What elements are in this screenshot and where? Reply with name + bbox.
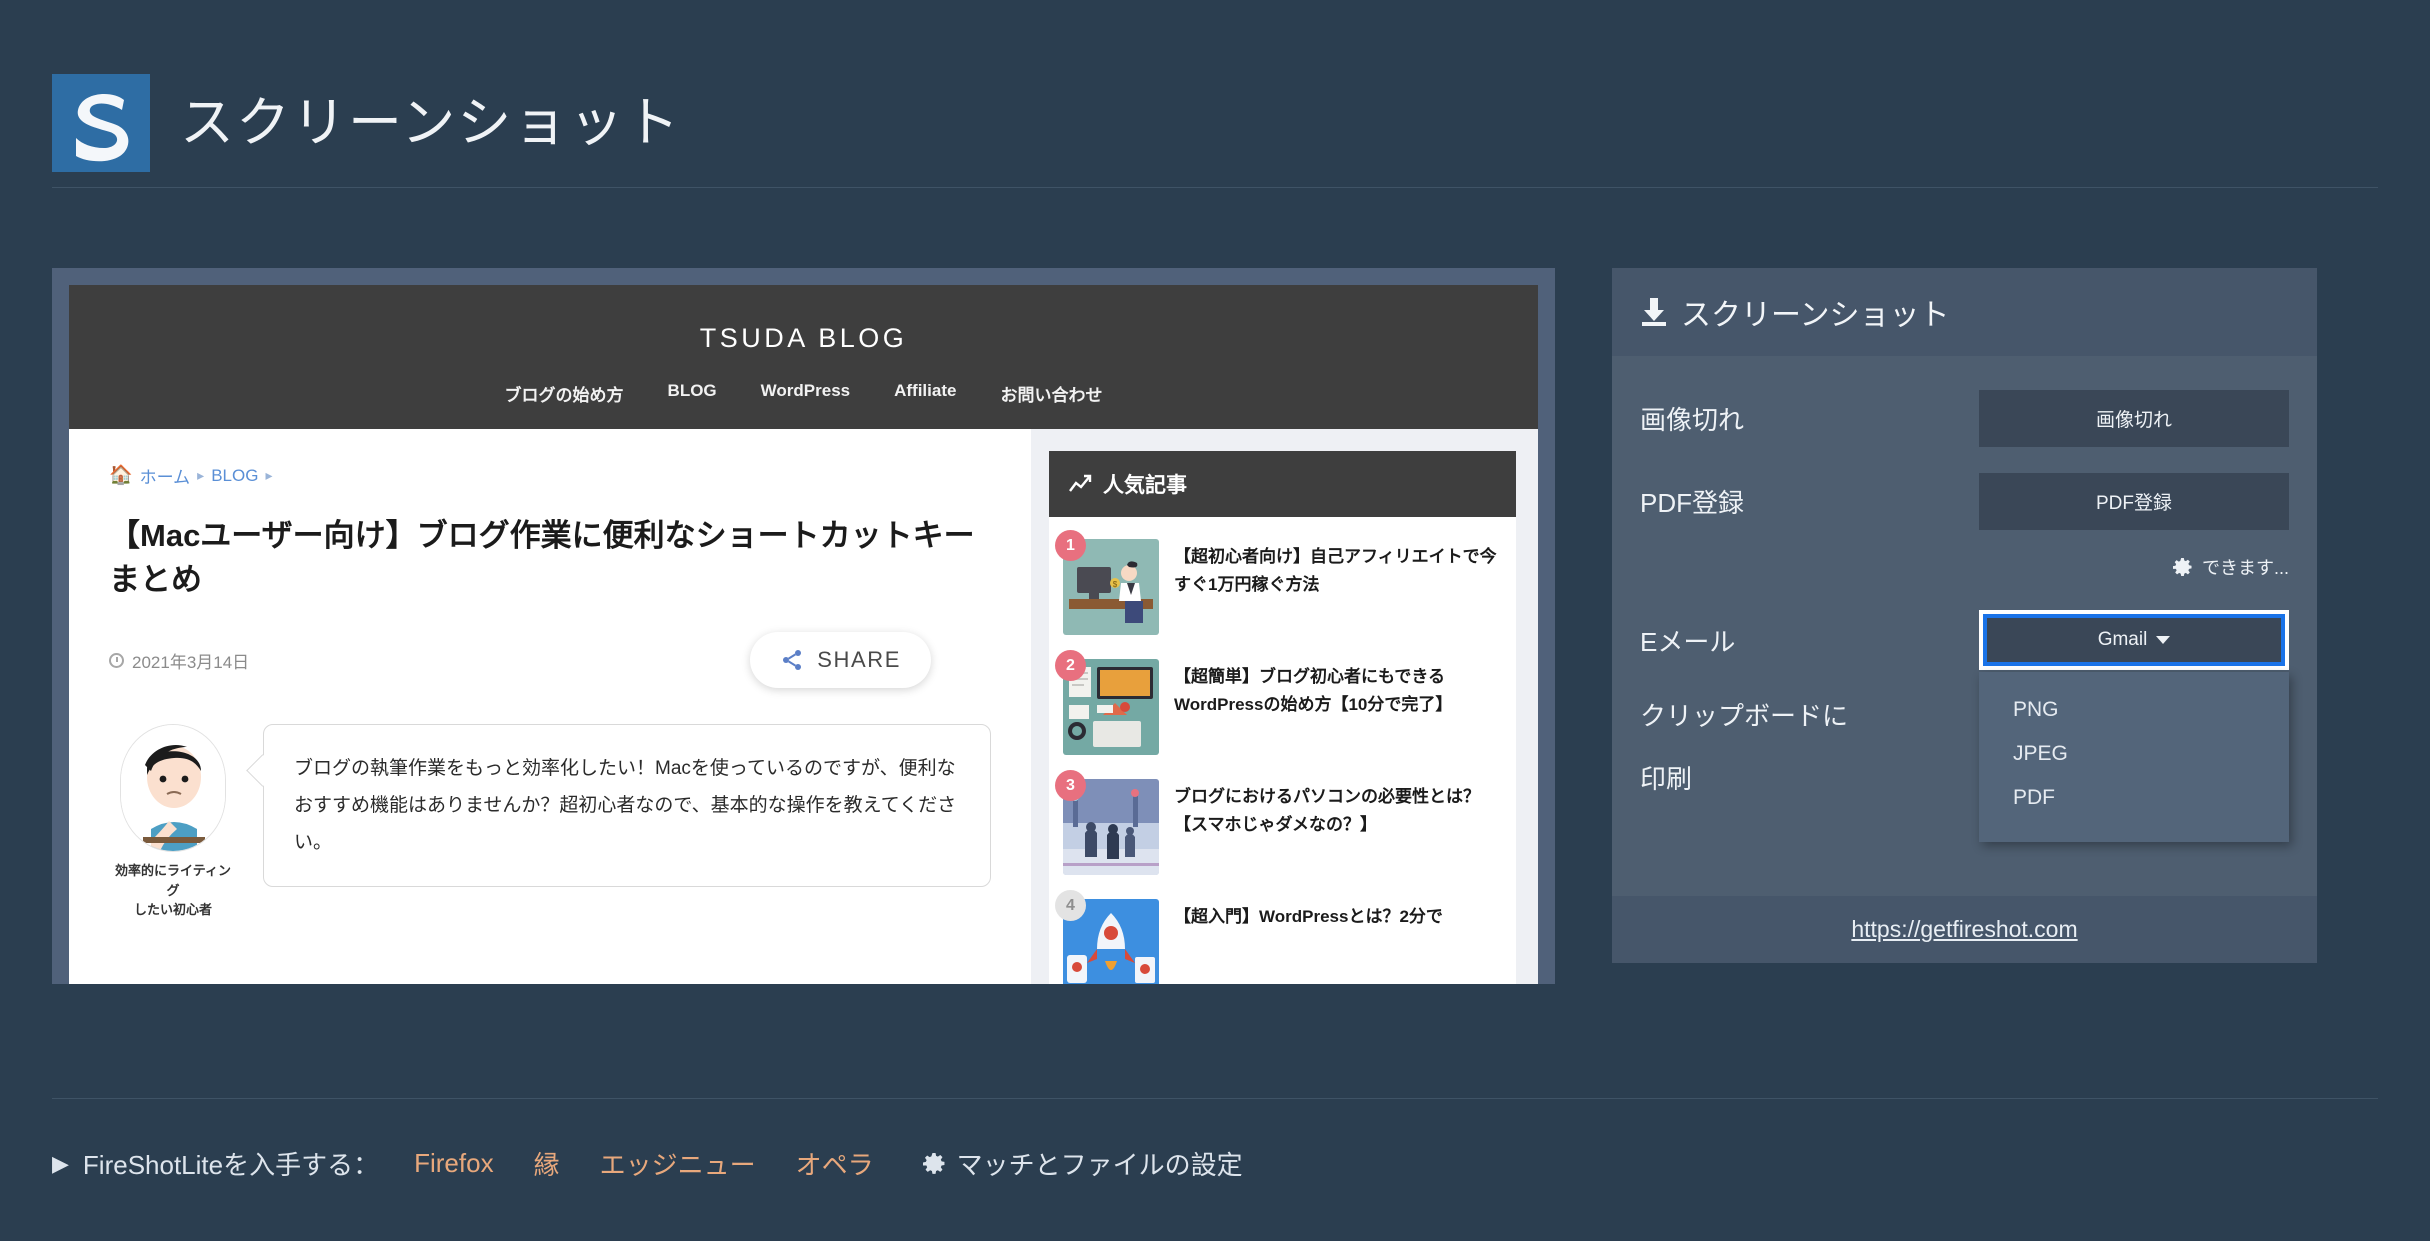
row-label: PDF登録 — [1640, 488, 1745, 518]
page-title: スクリーンショット — [180, 92, 682, 153]
rank-badge: 2 — [1055, 650, 1086, 681]
browser-link-edge-new[interactable]: エッジニュー — [600, 1145, 756, 1182]
browser-link-firefox[interactable]: Firefox — [414, 1148, 493, 1179]
app-header: スクリーンショット — [52, 58, 2378, 188]
home-icon: 🏠 — [109, 465, 133, 486]
rank-badge: 3 — [1055, 770, 1086, 801]
main-content: TSUDA BLOG ブログの始め方 BLOG WordPress Affili… — [52, 268, 2378, 1058]
breadcrumb-item[interactable]: BLOG — [211, 466, 258, 486]
row-pdf-register: PDF登録 PDF登録 — [1640, 473, 2289, 530]
avatar-caption: 効率的にライティング したい初心者 — [115, 863, 231, 918]
card-footer: https://getfireshot.com — [1612, 896, 2317, 963]
footer-label: FireShotLiteを入手する： — [82, 1150, 380, 1180]
browser-link-edge[interactable]: 縁 — [534, 1145, 560, 1182]
image-crop-button[interactable]: 画像切れ — [1979, 390, 2289, 447]
screenshot-preview: TSUDA BLOG ブログの始め方 BLOG WordPress Affili… — [52, 268, 1555, 984]
sidebar-column: 人気記事 1 $ 【超初心者向け】自己アフィリエイトで今すぐ1万円稼ぐ方法 2 … — [1031, 429, 1538, 984]
list-item[interactable]: 4 【超入門】WordPressとは？2分で — [1055, 889, 1502, 984]
avatar — [120, 724, 226, 853]
post-date-text: 2021年3月14日 — [132, 652, 250, 672]
list-item-title: 【超入門】WordPressとは？2分で — [1174, 907, 1443, 926]
row-image-crop: 画像切れ 画像切れ — [1640, 390, 2289, 447]
chevron-right-icon: ▸ — [197, 467, 205, 483]
share-label: SHARE — [817, 647, 901, 673]
email-service-selected: Gmail — [2097, 629, 2148, 650]
pdf-register-button[interactable]: PDF登録 — [1979, 473, 2289, 530]
nav-item[interactable]: ブログの始め方 — [505, 381, 624, 406]
app-footer: ▶ FireShotLiteを入手する： Firefox 縁 エッジニュー オペ… — [52, 1098, 2378, 1198]
blog-nav: ブログの始め方 BLOG WordPress Affiliate お問い合わせ — [69, 381, 1538, 406]
row-email: Eメール Gmail PNG JPEG PDF — [1640, 610, 2289, 842]
row-label[interactable]: 印刷 — [1640, 759, 1692, 796]
post-date: 2021年3月14日 — [109, 648, 249, 673]
download-icon — [1642, 298, 1666, 326]
gear-icon — [922, 1152, 945, 1174]
list-item[interactable]: 1 $ 【超初心者向け】自己アフィリエイトで今すぐ1万円稼ぐ方法 — [1055, 529, 1502, 649]
dropdown-option-png[interactable]: PNG — [1979, 688, 2289, 732]
options-link-label: できます... — [2201, 558, 2289, 578]
nav-item[interactable]: WordPress — [761, 381, 850, 406]
list-item-title: ブログにおけるパソコンの必要性とは？【スマホじゃダメなの？】 — [1174, 787, 1480, 834]
list-item[interactable]: 3 ブログにおけるパソコンの必要性とは？【スマホじゃダメなの？】 — [1055, 769, 1502, 889]
breadcrumb: 🏠 ホーム ▸ BLOG ▸ — [109, 463, 991, 488]
quote-text: ブログの執筆作業をもっと効率化したい！Macを使っているのですが、便利なおすすめ… — [294, 758, 957, 854]
card-body: 画像切れ 画像切れ PDF登録 PDF登録 できます... Eメール Gmail… — [1612, 356, 2317, 896]
screenshot-actions-card: スクリーンショット 画像切れ 画像切れ PDF登録 PDF登録 できます... … — [1612, 268, 2317, 963]
nav-item[interactable]: Affiliate — [894, 381, 956, 406]
gear-icon — [2172, 557, 2192, 576]
row-label[interactable]: クリップボードに — [1640, 696, 1848, 733]
svg-text:$: $ — [1113, 580, 1118, 589]
nav-item[interactable]: お問い合わせ — [1000, 381, 1102, 406]
card-header: スクリーンショット — [1612, 268, 2317, 356]
fireshot-url-link[interactable]: https://getfireshot.com — [1851, 916, 2077, 942]
format-dropdown-menu: PNG JPEG PDF — [1979, 672, 2289, 842]
list-item-title: 【超初心者向け】自己アフィリエイトで今すぐ1万円稼ぐ方法 — [1174, 547, 1497, 594]
play-triangle-icon: ▶ — [52, 1150, 69, 1176]
article-title: 【Macユーザー向け】ブログ作業に便利なショートカットキーまとめ — [109, 518, 975, 598]
list-item-title: 【超簡単】ブログ初心者にもできるWordPressの始め方【10分で完了】 — [1174, 667, 1453, 714]
blog-brand: TSUDA BLOG — [699, 323, 908, 353]
row-label: Eメール — [1640, 626, 1736, 657]
list-item[interactable]: 2 【超簡単】ブログ初心者にもできるWordPressの始め方【10分で完了】 — [1055, 649, 1502, 769]
clock-icon — [109, 652, 124, 668]
avatar-block: 効率的にライティング したい初心者 — [109, 724, 237, 920]
speech-bubble: ブログの執筆作業をもっと効率化したい！Macを使っているのですが、便利なおすすめ… — [263, 724, 991, 888]
browser-link-opera[interactable]: オペラ — [796, 1145, 874, 1182]
card-heading-label: スクリーンショット — [1681, 299, 1950, 332]
rank-badge: 1 — [1055, 530, 1086, 561]
row-label: 画像切れ — [1640, 405, 1745, 435]
popular-articles-heading: 人気記事 — [1049, 451, 1516, 517]
rank-badge: 4 — [1055, 890, 1086, 921]
share-button[interactable]: SHARE — [750, 632, 931, 689]
dropdown-option-jpeg[interactable]: JPEG — [1979, 732, 2289, 776]
email-service-select[interactable]: Gmail — [1979, 610, 2289, 670]
settings-link-label: マッチとファイルの設定 — [956, 1150, 1243, 1180]
nav-item[interactable]: BLOG — [668, 381, 717, 406]
popular-heading-label: 人気記事 — [1103, 474, 1187, 497]
chevron-down-icon — [2156, 636, 2171, 644]
settings-link[interactable]: マッチとファイルの設定 — [922, 1145, 1243, 1182]
chevron-right-icon: ▸ — [265, 467, 273, 483]
share-icon — [783, 650, 802, 671]
breadcrumb-item[interactable]: ホーム — [140, 463, 191, 488]
screenshot-page: スクリーンショット TSUDA BLOG ブログの始め方 BLOG WordPr… — [0, 0, 2430, 1241]
article-column: 🏠 ホーム ▸ BLOG ▸ 【Macユーザー向け】ブログ作業に便利なショートカ… — [69, 429, 1031, 984]
chart-icon — [1069, 474, 1092, 492]
dropdown-option-pdf[interactable]: PDF — [1979, 776, 2289, 820]
options-link[interactable]: できます... — [2172, 554, 2289, 580]
blog-header: TSUDA BLOG ブログの始め方 BLOG WordPress Affili… — [69, 285, 1538, 429]
fireshot-s-logo-icon — [52, 73, 150, 172]
